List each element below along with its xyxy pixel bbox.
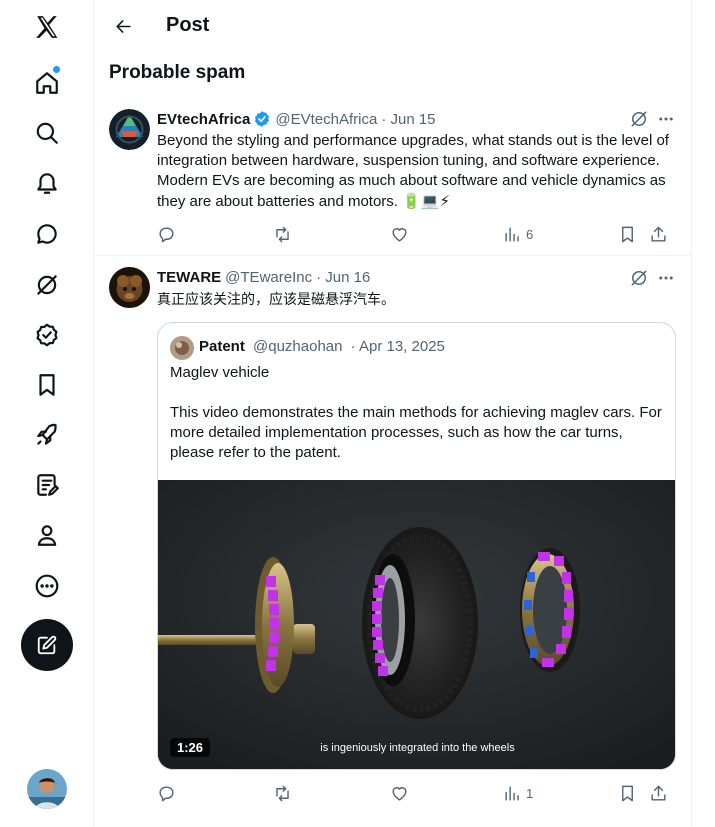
views-button[interactable]: 1 (503, 783, 533, 803)
author-name[interactable]: TEWARE (157, 269, 221, 286)
article-icon[interactable] (22, 464, 72, 506)
reply-button[interactable] (157, 783, 176, 803)
share-button[interactable] (649, 224, 668, 244)
like-button[interactable] (390, 783, 409, 803)
rocket-icon[interactable] (22, 414, 72, 456)
quote-avatar (170, 336, 194, 360)
post-date[interactable]: · Jun 16 (316, 269, 370, 286)
post[interactable]: EVtechAfrica @EVtechAfrica · Jun 15 Beyo… (94, 100, 692, 256)
video-player[interactable]: 1:26 is ingeniously integrated into the … (158, 480, 675, 769)
bookmark-icon (622, 226, 633, 242)
quote-author-name: Patent (199, 338, 245, 355)
post-emoji: 🔋💻⚡ (402, 192, 451, 210)
share-icon (651, 226, 666, 242)
repost-icon (276, 785, 289, 801)
views-count: 1 (526, 785, 534, 801)
verified-org-icon[interactable] (22, 314, 72, 356)
bookmark-button[interactable] (618, 783, 637, 803)
post-date[interactable]: · Jun 15 (381, 111, 435, 128)
post-header: EVtechAfrica @EVtechAfrica · Jun 15 (157, 110, 436, 128)
video-frame (158, 480, 675, 769)
profile-icon[interactable] (22, 514, 72, 556)
post-text: Beyond the styling and performance upgra… (157, 131, 677, 212)
author-handle[interactable]: @EVtechAfrica (275, 111, 377, 128)
reply-icon (159, 226, 174, 242)
arrow-left-icon (115, 19, 131, 33)
verified-badge-icon (255, 111, 270, 127)
post[interactable]: TEWARE @TEwareInc · Jun 16 真正应该关注的，应该是磁悬… (94, 256, 692, 827)
page-title: Post (166, 14, 210, 36)
post-actions: 6 (157, 224, 677, 246)
bell-icon[interactable] (22, 162, 72, 204)
post-text: 真正应该关注的，应该是磁悬浮汽车。 (157, 292, 395, 308)
bookmark-icon[interactable] (22, 364, 72, 406)
views-icon (505, 226, 519, 242)
bookmark-button[interactable] (618, 224, 637, 244)
post-actions: 1 (157, 783, 677, 805)
repost-button[interactable] (273, 224, 292, 244)
quote-title: Maglev vehicle (170, 364, 270, 381)
top-bar: Post (94, 0, 692, 53)
notification-dot (53, 66, 60, 73)
x-logo-icon[interactable] (22, 6, 72, 48)
video-caption: is ingeniously integrated into the wheel… (320, 742, 515, 754)
reply-icon (159, 785, 174, 801)
quote-date: · Apr 13, 2025 (350, 338, 445, 355)
avatar[interactable] (109, 267, 150, 308)
quote-header: Patent @quzhaohan · Apr 13, 2025 (199, 338, 445, 355)
heart-icon (392, 786, 407, 801)
like-button[interactable] (390, 224, 409, 244)
views-button[interactable]: 6 (503, 224, 533, 244)
share-button[interactable] (649, 783, 668, 803)
quote-body: This video demonstrates the main methods… (170, 404, 662, 461)
section-title: Probable spam (109, 62, 246, 83)
more-circle-icon[interactable] (22, 565, 72, 607)
views-icon (505, 785, 519, 801)
share-icon (651, 785, 666, 801)
reply-button[interactable] (157, 224, 176, 244)
grok-icon[interactable] (629, 268, 649, 288)
more-icon[interactable] (656, 268, 676, 288)
quoted-post[interactable]: Patent @quzhaohan · Apr 13, 2025 Maglev … (157, 322, 676, 770)
main-column: Post Probable spam EVtechAfrica @EVtechA… (93, 0, 692, 827)
compose-button[interactable] (21, 619, 73, 671)
search-icon[interactable] (22, 112, 72, 154)
message-icon[interactable] (22, 213, 72, 255)
quote-text: Maglev vehicle This video demonstrates t… (170, 363, 670, 463)
quote-author-handle: @quzhaohan (253, 338, 343, 355)
avatar[interactable] (109, 109, 150, 150)
post-header: TEWARE @TEwareInc · Jun 16 (157, 269, 370, 286)
repost-button[interactable] (273, 783, 292, 803)
back-button[interactable] (108, 11, 138, 41)
author-name[interactable]: EVtechAfrica (157, 111, 250, 128)
more-icon[interactable] (656, 109, 676, 129)
grok-icon[interactable] (22, 264, 72, 306)
heart-icon (392, 227, 407, 242)
author-handle[interactable]: @TEwareInc (225, 269, 312, 286)
views-count: 6 (526, 226, 534, 242)
compose-icon (37, 635, 57, 655)
account-avatar[interactable] (27, 769, 67, 809)
home-icon[interactable] (22, 62, 72, 104)
grok-icon[interactable] (629, 109, 649, 129)
bookmark-icon (622, 785, 633, 801)
left-nav (0, 0, 93, 827)
repost-icon (276, 226, 289, 242)
